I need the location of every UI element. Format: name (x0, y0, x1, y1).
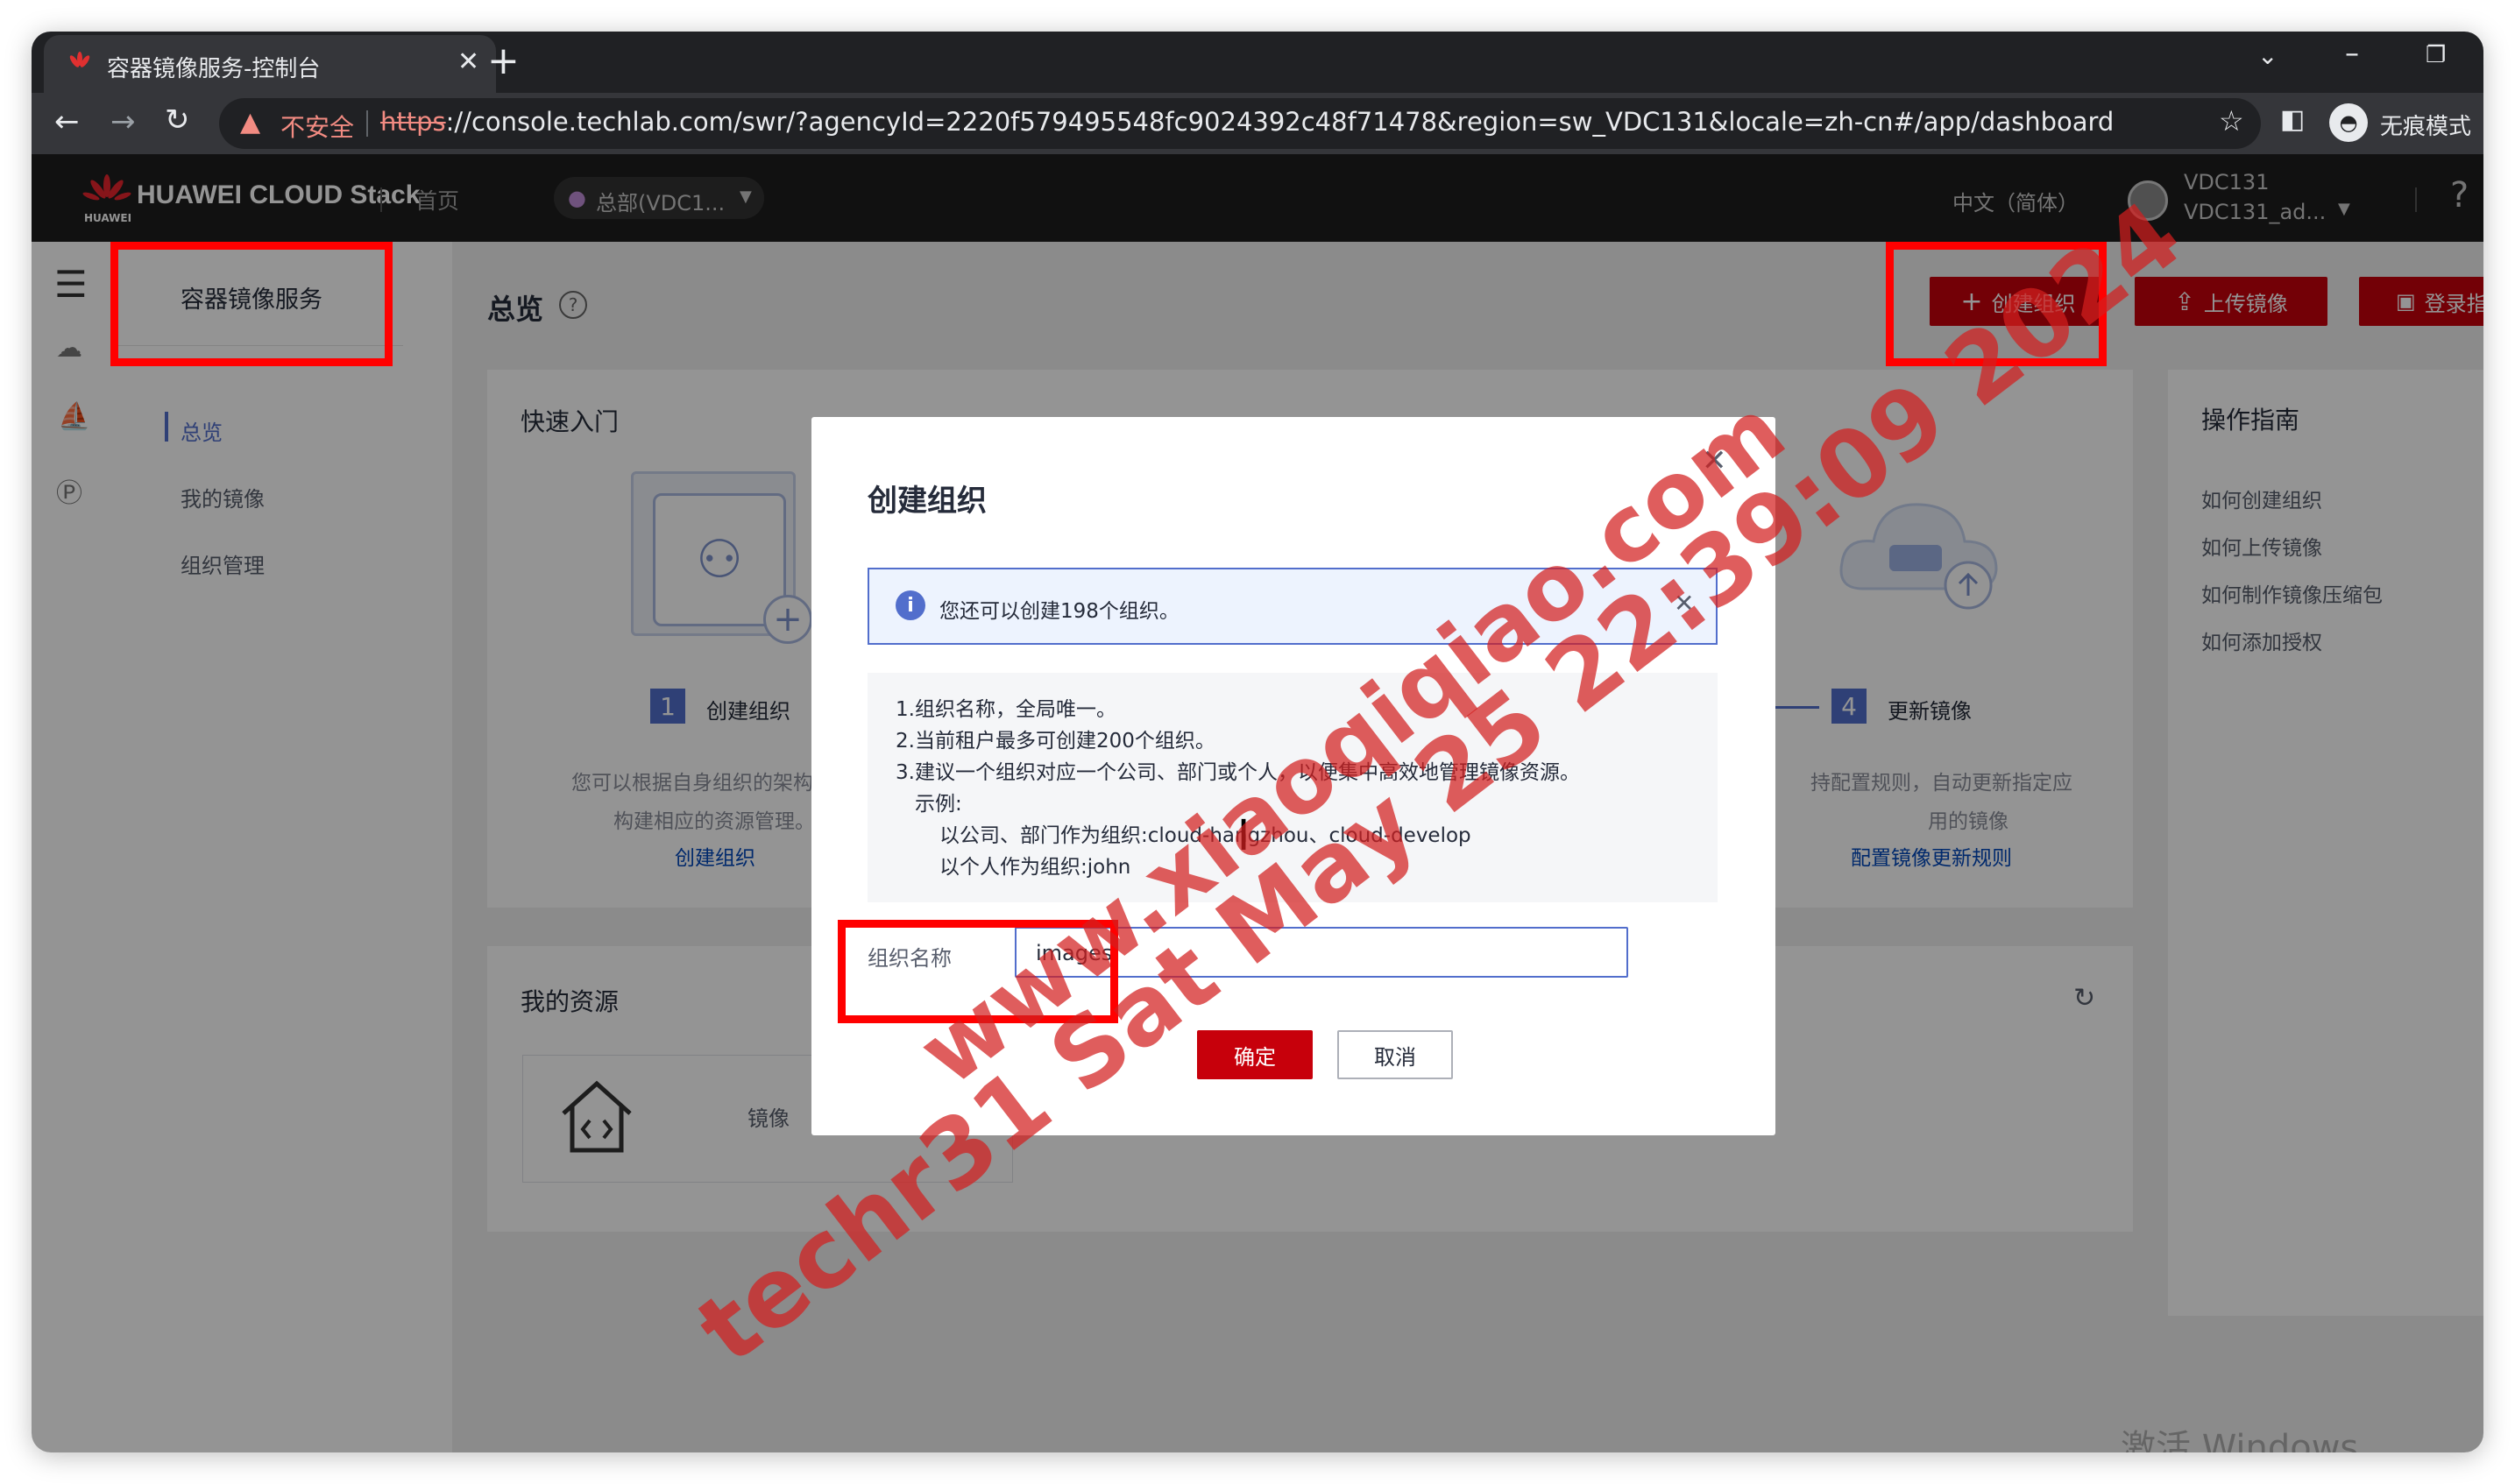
annotation-box-org-name (838, 920, 1118, 1023)
huawei-favicon-icon (67, 51, 93, 77)
url-text[interactable]: https://console.techlab.com/swr/?agencyI… (380, 107, 2114, 137)
browser-tab[interactable]: 容器镜像服务-控制台 ✕ (44, 35, 496, 93)
back-icon[interactable]: ← (54, 107, 80, 137)
new-tab-button[interactable]: + (487, 42, 520, 81)
rule-line-3: 3.建议一个组织对应一个公司、部门或个人，以便集中高效地管理镜像资源。 (896, 761, 1580, 784)
info-text: 您还可以创建198个组织。 (939, 600, 1180, 623)
url-divider (366, 110, 368, 137)
cancel-label: 取消 (1374, 1044, 1416, 1070)
bookmark-star-icon[interactable]: ☆ (2219, 107, 2244, 135)
forward-icon[interactable]: → (110, 107, 136, 137)
close-tab-icon[interactable]: ✕ (457, 49, 479, 75)
url-rest: ://console.techlab.com/swr/?agencyId=222… (445, 107, 2115, 137)
info-banner: i 您还可以创建198个组织。 ✕ (868, 568, 1718, 645)
rule-example-1: 以公司、部门作为组织:cloud-hangzhou、cloud-develop (939, 824, 1471, 847)
tab-search-icon[interactable]: ⌄ (2257, 44, 2278, 68)
rule-line-2: 2.当前租户最多可创建200个组织。 (896, 730, 1215, 753)
rule-line-1: 1.组织名称，全局唯一。 (896, 698, 1116, 721)
minimize-icon[interactable]: – (2345, 39, 2359, 67)
rule-example-label: 示例: (915, 793, 962, 816)
rules-box: 1.组织名称，全局唯一。 2.当前租户最多可创建200个组织。 3.建议一个组织… (868, 673, 1718, 902)
address-bar: ← → ↻ ▲ 不安全 https://console.techlab.com/… (32, 93, 2483, 154)
browser-window: 容器镜像服务-控制台 ✕ + ⌄ – ❐ ← → ↻ ▲ 不安全 https:/… (32, 32, 2483, 1452)
rule-example-2: 以个人作为组织:john (939, 856, 1131, 879)
side-panel-icon[interactable]: ◧ (2280, 107, 2305, 133)
restore-icon[interactable]: ❐ (2426, 44, 2446, 67)
annotation-box-service-title (110, 242, 393, 366)
omnibox[interactable]: ▲ 不安全 https://console.techlab.com/swr/?a… (219, 98, 2261, 149)
tab-bar: 容器镜像服务-控制台 ✕ + ⌄ – ❐ (32, 32, 2483, 93)
url-https: https (380, 107, 446, 137)
cancel-button[interactable]: 取消 (1337, 1030, 1453, 1079)
reload-icon[interactable]: ↻ (165, 105, 190, 135)
annotation-box-create-org (1886, 242, 2107, 366)
create-org-dialog: 创建组织 ✕ i 您还可以创建198个组织。 ✕ 1.组织名称，全局唯一。 2.… (811, 417, 1775, 1135)
ok-button[interactable]: 确定 (1197, 1030, 1313, 1079)
security-label: 不安全 (280, 113, 355, 142)
incognito-icon: ◓ (2329, 103, 2368, 142)
incognito-label: 无痕模式 (2380, 114, 2472, 140)
tab-title: 容器镜像服务-控制台 (107, 56, 321, 82)
dialog-title: 创建组织 (868, 484, 987, 519)
info-icon: i (896, 590, 925, 620)
warning-icon: ▲ (240, 107, 261, 138)
ok-label: 确定 (1234, 1044, 1276, 1070)
text-cursor-icon: Ⅰ (1237, 811, 1250, 860)
dialog-close-icon[interactable]: ✕ (1702, 443, 1727, 478)
info-close-icon[interactable]: ✕ (1674, 589, 1694, 618)
